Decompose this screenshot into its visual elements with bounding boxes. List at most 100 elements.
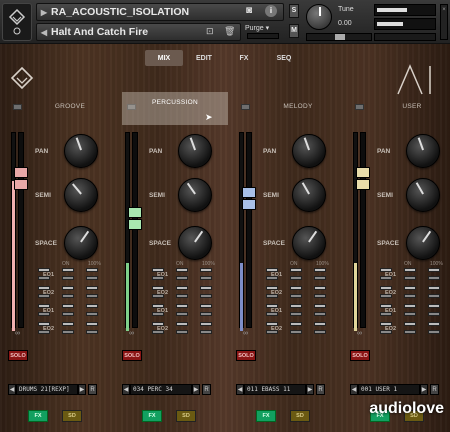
semi-knob[interactable] (178, 178, 212, 212)
eq-band-slider[interactable] (266, 276, 278, 280)
eq-band-slider[interactable] (62, 276, 74, 280)
eq-band-slider[interactable] (86, 294, 98, 298)
volume-fader-track[interactable] (246, 132, 252, 328)
eq-band-slider[interactable] (314, 268, 326, 272)
eq-band-slider[interactable] (428, 322, 440, 326)
eq-band-slider[interactable] (152, 276, 164, 280)
eq-band-slider[interactable] (380, 304, 392, 308)
eq-band-slider[interactable] (152, 330, 164, 334)
channel-name[interactable]: GROOVE (30, 103, 110, 115)
eq-band-slider[interactable] (62, 268, 74, 272)
eq-band-slider[interactable] (152, 304, 164, 308)
link-icon[interactable]: ∞ (15, 330, 20, 337)
send-button[interactable]: SD (62, 410, 82, 422)
channel-preset-display[interactable]: 034 PERC 34 (130, 384, 192, 395)
eq-band-slider[interactable] (314, 322, 326, 326)
link-icon[interactable]: ∞ (243, 330, 248, 337)
eq-band-slider[interactable] (152, 268, 164, 272)
eq-band-slider[interactable] (86, 286, 98, 290)
eq-band-slider[interactable] (200, 304, 212, 308)
pan-knob[interactable] (178, 134, 212, 168)
eq-band-slider[interactable] (428, 304, 440, 308)
eq-band-slider[interactable] (290, 286, 302, 290)
eq-band-slider[interactable] (404, 268, 416, 272)
channel-preset-display[interactable]: 011 EBASS 11 (244, 384, 306, 395)
eq-band-slider[interactable] (176, 312, 188, 316)
volume-fader-handle[interactable] (128, 207, 142, 218)
eq-band-slider[interactable] (290, 330, 302, 334)
eq-band-slider[interactable] (380, 286, 392, 290)
eq-band-slider[interactable] (380, 312, 392, 316)
eq-band-slider[interactable] (404, 312, 416, 316)
eq-band-slider[interactable] (176, 322, 188, 326)
eq-band-slider[interactable] (290, 304, 302, 308)
eq-band-slider[interactable] (176, 286, 188, 290)
send-button[interactable]: SD (176, 410, 196, 422)
eq-band-slider[interactable] (152, 312, 164, 316)
volume-fader-track[interactable] (132, 132, 138, 328)
prev-preset-icon[interactable]: ◀ (122, 384, 130, 395)
eq-band-slider[interactable] (62, 286, 74, 290)
eq-band-slider[interactable] (38, 322, 50, 326)
eq-band-slider[interactable] (290, 276, 302, 280)
solo-button[interactable]: SOLO (350, 350, 370, 361)
eq-band-slider[interactable] (38, 304, 50, 308)
fx-button[interactable]: FX (28, 410, 48, 422)
volume-fader-track[interactable] (360, 132, 366, 328)
eq-band-slider[interactable] (290, 322, 302, 326)
volume-fader-track[interactable] (18, 132, 24, 328)
eq-band-slider[interactable] (266, 294, 278, 298)
pan-knob[interactable] (406, 134, 440, 168)
channel-name[interactable]: USER (372, 103, 450, 115)
eq-band-slider[interactable] (86, 268, 98, 272)
random-button[interactable]: R (316, 384, 325, 395)
semi-knob[interactable] (292, 178, 326, 212)
eq-band-slider[interactable] (176, 268, 188, 272)
eq-band-slider[interactable] (38, 294, 50, 298)
eq-band-slider[interactable] (314, 312, 326, 316)
send-button[interactable]: SD (290, 410, 310, 422)
eq-band-slider[interactable] (428, 276, 440, 280)
volume-fader-handle[interactable] (242, 187, 256, 198)
eq-band-slider[interactable] (200, 268, 212, 272)
eq-band-slider[interactable] (266, 268, 278, 272)
solo-button[interactable]: SOLO (236, 350, 256, 361)
eq-band-slider[interactable] (428, 312, 440, 316)
eq-band-slider[interactable] (38, 312, 50, 316)
solo-button[interactable]: SOLO (122, 350, 142, 361)
eq-band-slider[interactable] (314, 304, 326, 308)
eq-band-slider[interactable] (290, 294, 302, 298)
eq-band-slider[interactable] (62, 330, 74, 334)
eq-band-slider[interactable] (62, 304, 74, 308)
random-button[interactable]: R (430, 384, 439, 395)
eq-band-slider[interactable] (428, 294, 440, 298)
prev-preset-icon[interactable]: ◀ (350, 384, 358, 395)
space-knob[interactable] (178, 226, 212, 260)
solo-button[interactable]: SOLO (8, 350, 28, 361)
eq-band-slider[interactable] (200, 276, 212, 280)
eq-band-slider[interactable] (404, 322, 416, 326)
channel-preset-display[interactable]: 001 USER 1 (358, 384, 420, 395)
eq-band-slider[interactable] (404, 304, 416, 308)
eq-band-slider[interactable] (404, 286, 416, 290)
eq-band-slider[interactable] (86, 330, 98, 334)
eq-band-slider[interactable] (38, 330, 50, 334)
eq-band-slider[interactable] (290, 268, 302, 272)
eq-band-slider[interactable] (380, 322, 392, 326)
volume-fader-handle[interactable] (14, 167, 28, 178)
eq-band-slider[interactable] (380, 268, 392, 272)
eq-band-slider[interactable] (152, 286, 164, 290)
eq-band-slider[interactable] (428, 286, 440, 290)
semi-knob[interactable] (64, 178, 98, 212)
eq-band-slider[interactable] (62, 294, 74, 298)
eq-band-slider[interactable] (428, 268, 440, 272)
eq-band-slider[interactable] (152, 322, 164, 326)
eq-band-slider[interactable] (314, 330, 326, 334)
eq-band-slider[interactable] (404, 330, 416, 334)
eq-band-slider[interactable] (176, 294, 188, 298)
next-preset-icon[interactable]: ▶ (420, 384, 428, 395)
prev-preset-icon[interactable]: ◀ (236, 384, 244, 395)
next-preset-icon[interactable]: ▶ (306, 384, 314, 395)
space-knob[interactable] (64, 226, 98, 260)
eq-band-slider[interactable] (266, 322, 278, 326)
